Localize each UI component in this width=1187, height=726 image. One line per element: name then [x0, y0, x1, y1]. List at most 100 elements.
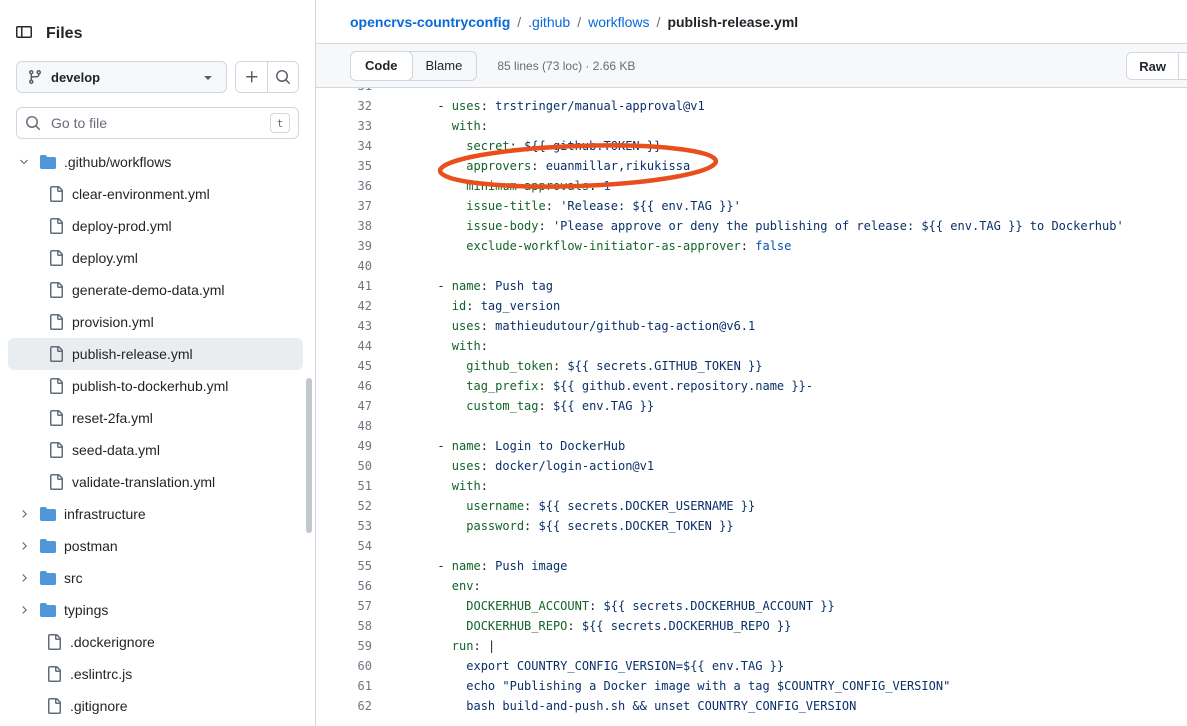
- tab-code[interactable]: Code: [350, 51, 413, 81]
- code-text: - name: Push tag: [388, 276, 553, 296]
- tree-item-.github-workflows[interactable]: .github/workflows: [8, 146, 303, 178]
- tree-item-clear-environment.yml[interactable]: clear-environment.yml: [8, 178, 303, 210]
- line-number[interactable]: 48: [316, 416, 388, 436]
- line-number[interactable]: 49: [316, 436, 388, 456]
- branch-row: develop: [0, 61, 315, 93]
- code-blame-tabs: CodeBlame: [350, 51, 477, 81]
- go-to-file-box[interactable]: t: [16, 107, 299, 139]
- search-repository-button[interactable]: [267, 62, 298, 92]
- line-number[interactable]: 39: [316, 236, 388, 256]
- tree-item-publish-release.yml[interactable]: publish-release.yml: [8, 338, 303, 370]
- chevron-right-icon[interactable]: [16, 540, 32, 552]
- tree-item-deploy.yml[interactable]: deploy.yml: [8, 242, 303, 274]
- file-icon: [48, 186, 64, 202]
- line-number[interactable]: 52: [316, 496, 388, 516]
- tree-item-deploy-prod.yml[interactable]: deploy-prod.yml: [8, 210, 303, 242]
- code-text: with:: [388, 476, 488, 496]
- line-number[interactable]: 62: [316, 696, 388, 716]
- line-number[interactable]: 33: [316, 116, 388, 136]
- tree-item-label: validate-translation.yml: [72, 474, 215, 490]
- line-number[interactable]: 47: [316, 396, 388, 416]
- code-text: [388, 256, 394, 276]
- line-number[interactable]: 61: [316, 676, 388, 696]
- chevron-right-icon[interactable]: [16, 604, 32, 616]
- line-number[interactable]: 32: [316, 96, 388, 116]
- tree-item-typings[interactable]: typings: [8, 594, 303, 626]
- tree-item-provision.yml[interactable]: provision.yml: [8, 306, 303, 338]
- code-text: echo "Publishing a Docker image with a t…: [388, 676, 950, 696]
- code-text: [388, 536, 394, 556]
- line-number[interactable]: 44: [316, 336, 388, 356]
- tree-item-label: postman: [64, 538, 118, 554]
- line-number[interactable]: 60: [316, 656, 388, 676]
- line-number[interactable]: 59: [316, 636, 388, 656]
- tree-item-reset-2fa.yml[interactable]: reset-2fa.yml: [8, 402, 303, 434]
- code-line: 58 DOCKERHUB_REPO: ${{ secrets.DOCKERHUB…: [316, 616, 1187, 636]
- line-number[interactable]: 45: [316, 356, 388, 376]
- tree-item-seed-data.yml[interactable]: seed-data.yml: [8, 434, 303, 466]
- line-number[interactable]: 58: [316, 616, 388, 636]
- file-meta: 85 lines (73 loc) · 2.66 KB: [497, 59, 635, 73]
- chevron-down-icon[interactable]: [16, 156, 32, 168]
- plus-icon: [244, 69, 260, 85]
- line-number[interactable]: 57: [316, 596, 388, 616]
- line-number[interactable]: 55: [316, 556, 388, 576]
- line-number[interactable]: 54: [316, 536, 388, 556]
- line-number[interactable]: 35: [316, 156, 388, 176]
- line-number[interactable]: 31: [316, 88, 388, 96]
- raw-button[interactable]: Raw: [1127, 53, 1178, 79]
- line-number[interactable]: 53: [316, 516, 388, 536]
- file-icon: [46, 634, 62, 650]
- line-number[interactable]: 51: [316, 476, 388, 496]
- tree-item-validate-translation.yml[interactable]: validate-translation.yml: [8, 466, 303, 498]
- breadcrumb-link[interactable]: opencrvs-countryconfig: [350, 14, 510, 30]
- line-number[interactable]: 36: [316, 176, 388, 196]
- breadcrumb-link[interactable]: .github: [528, 14, 570, 30]
- tree-item-publish-to-dockerhub.yml[interactable]: publish-to-dockerhub.yml: [8, 370, 303, 402]
- add-file-button[interactable]: [236, 62, 267, 92]
- tab-blame[interactable]: Blame: [412, 52, 477, 80]
- tree-item-.eslintrc.js[interactable]: .eslintrc.js: [8, 658, 303, 690]
- line-number[interactable]: 40: [316, 256, 388, 276]
- tree-item-label: .github/workflows: [64, 154, 171, 170]
- line-number[interactable]: 37: [316, 196, 388, 216]
- sidebar-title: Files: [46, 25, 82, 43]
- line-number[interactable]: 38: [316, 216, 388, 236]
- line-number[interactable]: 50: [316, 456, 388, 476]
- tree-item-label: provision.yml: [72, 314, 154, 330]
- copy-raw-button[interactable]: [1178, 53, 1187, 79]
- branch-selector[interactable]: develop: [16, 61, 227, 93]
- tree-item-label: src: [64, 570, 83, 586]
- line-number[interactable]: 41: [316, 276, 388, 296]
- code-line: 43 uses: mathieudutour/github-tag-action…: [316, 316, 1187, 336]
- tree-item-src[interactable]: src: [8, 562, 303, 594]
- tree-item-label: publish-to-dockerhub.yml: [72, 378, 228, 394]
- line-number[interactable]: 34: [316, 136, 388, 156]
- code-text: custom_tag: ${{ env.TAG }}: [388, 396, 654, 416]
- collapse-sidebar-button[interactable]: [16, 24, 32, 43]
- branch-name: develop: [51, 70, 100, 85]
- code-text: env:: [388, 576, 481, 596]
- line-number[interactable]: 56: [316, 576, 388, 596]
- tree-item-.gitignore[interactable]: .gitignore: [8, 690, 303, 722]
- tree-item-infrastructure[interactable]: infrastructure: [8, 498, 303, 530]
- tree-item-postman[interactable]: postman: [8, 530, 303, 562]
- tree-item-generate-demo-data.yml[interactable]: generate-demo-data.yml: [8, 274, 303, 306]
- sidebar-scrollbar-thumb[interactable]: [306, 378, 312, 533]
- breadcrumb-link[interactable]: workflows: [588, 14, 649, 30]
- code-text: - uses: trstringer/manual-approval@v1: [388, 96, 705, 116]
- line-number[interactable]: 46: [316, 376, 388, 396]
- code-text: minimum-approvals: 1: [388, 176, 611, 196]
- chevron-right-icon[interactable]: [16, 572, 32, 584]
- go-to-file-input[interactable]: [49, 114, 262, 132]
- sidebar-header: Files: [0, 0, 315, 61]
- code-line: 47 custom_tag: ${{ env.TAG }}: [316, 396, 1187, 416]
- tree-item-label: reset-2fa.yml: [72, 410, 153, 426]
- chevron-right-icon[interactable]: [16, 508, 32, 520]
- code-text: github_token: ${{ secrets.GITHUB_TOKEN }…: [388, 356, 762, 376]
- tree-item-label: publish-release.yml: [72, 346, 193, 362]
- code-text: password: ${{ secrets.DOCKER_TOKEN }}: [388, 516, 734, 536]
- line-number[interactable]: 42: [316, 296, 388, 316]
- line-number[interactable]: 43: [316, 316, 388, 336]
- tree-item-.dockerignore[interactable]: .dockerignore: [8, 626, 303, 658]
